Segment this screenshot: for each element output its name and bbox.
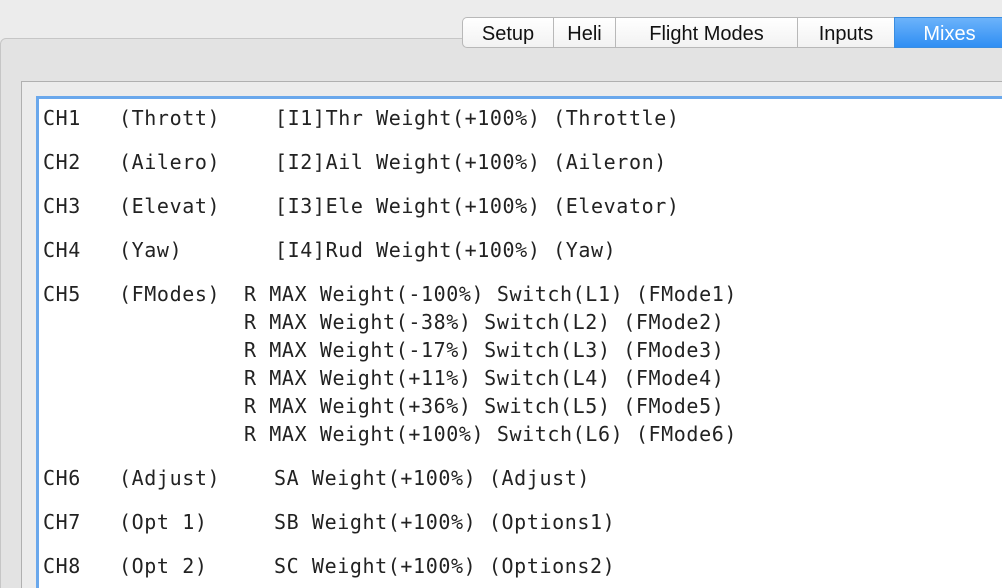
tab-flight-modes[interactable]: Flight Modes xyxy=(615,17,797,48)
channel-name: (Opt 2) xyxy=(119,554,208,578)
channel-label: CH1 xyxy=(43,106,81,130)
mix-line-ch5[interactable]: R MAX Weight(+11%) Switch(L4) (FMode4) xyxy=(43,364,724,392)
mix-line-ch6[interactable]: CH6 (Adjust) SA Weight(+100%) (Adjust) xyxy=(43,464,589,492)
tab-mixes[interactable]: Mixes xyxy=(894,17,1002,48)
tab-bar: Setup Heli Flight Modes Inputs Mixes xyxy=(462,17,1002,50)
mix-line-ch5[interactable]: R MAX Weight(-38%) Switch(L2) (FMode2) xyxy=(43,308,724,336)
mix-line-ch1[interactable]: CH1 (Thrott) [I1]Thr Weight(+100%) (Thro… xyxy=(43,104,679,132)
mix-line-ch5[interactable]: R MAX Weight(-17%) Switch(L3) (FMode3) xyxy=(43,336,724,364)
mix-line-ch2[interactable]: CH2 (Ailero) [I2]Ail Weight(+100%) (Aile… xyxy=(43,148,666,176)
channel-label: CH4 xyxy=(43,238,81,262)
channel-name: (Yaw) xyxy=(119,238,183,262)
channel-label: CH7 xyxy=(43,510,81,534)
channel-label: CH3 xyxy=(43,194,81,218)
mix-definition: SB Weight(+100%) (Options1) xyxy=(274,510,616,534)
mix-definition: R MAX Weight(+100%) Switch(L6) (FMode6) xyxy=(244,422,737,446)
mix-definition: R MAX Weight(-17%) Switch(L3) (FMode3) xyxy=(244,338,725,362)
mix-definition: R MAX Weight(+36%) Switch(L5) (FMode5) xyxy=(244,394,725,418)
mix-definition: SA Weight(+100%) (Adjust) xyxy=(274,466,591,490)
mix-line-ch5[interactable]: R MAX Weight(+36%) Switch(L5) (FMode5) xyxy=(43,392,724,420)
mix-definition: R MAX Weight(-100%) Switch(L1) (FMode1) xyxy=(244,282,737,306)
mix-definition: SC Weight(+100%) (Options2) xyxy=(274,554,616,578)
mix-line-ch8[interactable]: CH8 (Opt 2) SC Weight(+100%) (Options2) xyxy=(43,552,615,580)
channel-name: (Elevat) xyxy=(119,194,221,218)
mix-line-ch7[interactable]: CH7 (Opt 1) SB Weight(+100%) (Options1) xyxy=(43,508,615,536)
mix-list[interactable]: CH1 (Thrott) [I1]Thr Weight(+100%) (Thro… xyxy=(36,96,1002,588)
mix-definition: [I2]Ail Weight(+100%) (Aileron) xyxy=(275,150,667,174)
mix-line-ch4[interactable]: CH4 (Yaw) [I4]Rud Weight(+100%) (Yaw) xyxy=(43,236,616,264)
channel-label: CH8 xyxy=(43,554,81,578)
tab-heli[interactable]: Heli xyxy=(553,17,615,48)
mix-definition: [I3]Ele Weight(+100%) (Elevator) xyxy=(275,194,680,218)
mix-definition: [I4]Rud Weight(+100%) (Yaw) xyxy=(275,238,617,262)
channel-name: (Thrott) xyxy=(119,106,221,130)
mix-definition: R MAX Weight(-38%) Switch(L2) (FMode2) xyxy=(244,310,725,334)
channel-name: (Adjust) xyxy=(119,466,221,490)
channel-name: (Ailero) xyxy=(119,150,221,174)
tab-setup[interactable]: Setup xyxy=(462,17,553,48)
channel-label: CH5 xyxy=(43,282,81,306)
channel-name: (Opt 1) xyxy=(119,510,208,534)
mix-definition: [I1]Thr Weight(+100%) (Throttle) xyxy=(275,106,680,130)
channel-label: CH2 xyxy=(43,150,81,174)
mixes-window: Setup Heli Flight Modes Inputs Mixes CH1… xyxy=(0,0,1002,588)
channel-name: (FModes) xyxy=(119,282,221,306)
mix-line-ch5[interactable]: CH5 (FModes) R MAX Weight(-100%) Switch(… xyxy=(43,280,736,308)
mix-line-ch5[interactable]: R MAX Weight(+100%) Switch(L6) (FMode6) xyxy=(43,420,736,448)
tab-inputs[interactable]: Inputs xyxy=(797,17,894,48)
mix-definition: R MAX Weight(+11%) Switch(L4) (FMode4) xyxy=(244,366,725,390)
channel-label: CH6 xyxy=(43,466,81,490)
mix-line-ch3[interactable]: CH3 (Elevat) [I3]Ele Weight(+100%) (Elev… xyxy=(43,192,679,220)
